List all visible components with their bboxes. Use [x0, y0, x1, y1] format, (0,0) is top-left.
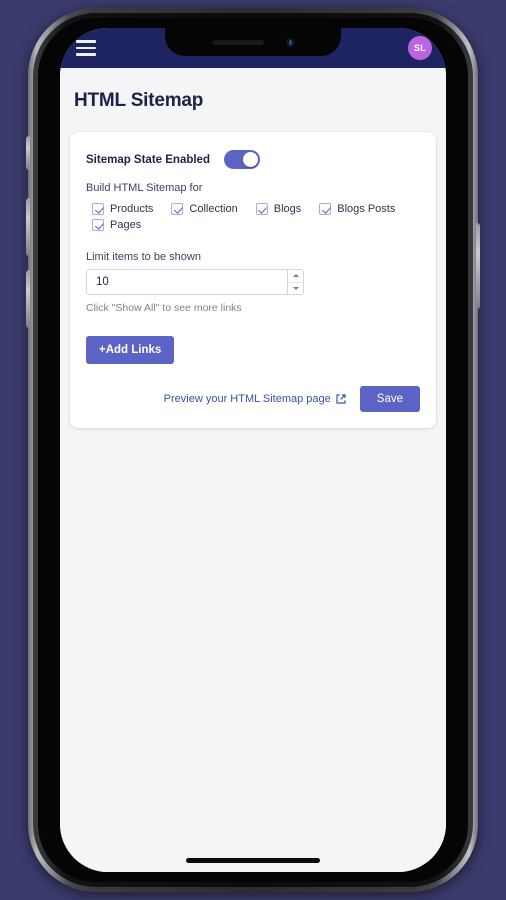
checkbox-label: Products: [110, 203, 154, 215]
checkbox-label: Pages: [110, 219, 142, 231]
limit-items-label: Limit items to be shown: [86, 251, 201, 263]
sitemap-settings-card: Sitemap State Enabled Build HTML Sitemap…: [70, 132, 436, 428]
toggle-knob: [242, 152, 258, 167]
volume-up-button[interactable]: [26, 198, 30, 256]
preview-link-label: Preview your HTML Sitemap page: [163, 393, 331, 405]
hamburger-menu-icon[interactable]: [74, 38, 98, 58]
card-footer: Preview your HTML Sitemap page Save: [86, 386, 420, 412]
limit-items-hint: Click "Show All" to see more links: [86, 302, 242, 314]
phone-screen: SL HTML Sitemap Sitemap State Enabled Bu…: [60, 28, 446, 872]
checkmark-icon: [92, 203, 104, 215]
spinner-increment-button[interactable]: [288, 270, 303, 283]
front-camera-icon: [285, 37, 295, 47]
checkbox-collection[interactable]: Collection: [171, 203, 238, 215]
earpiece-speaker-icon: [211, 39, 264, 45]
sitemap-state-row: Sitemap State Enabled: [86, 150, 420, 169]
power-button[interactable]: [476, 223, 480, 309]
preview-sitemap-link[interactable]: Preview your HTML Sitemap page: [164, 393, 346, 405]
external-link-icon: [336, 394, 346, 404]
phone-mockup: SL HTML Sitemap Sitemap State Enabled Bu…: [26, 8, 480, 892]
limit-items-input[interactable]: [87, 270, 287, 294]
checkmark-icon: [255, 203, 268, 215]
checkmark-icon: [171, 203, 184, 215]
mute-switch-button[interactable]: [26, 136, 30, 170]
home-indicator[interactable]: [186, 858, 320, 863]
build-sitemap-label: Build HTML Sitemap for: [86, 182, 203, 194]
checkmark-icon: [92, 219, 104, 231]
page-content-scroll[interactable]: HTML Sitemap Sitemap State Enabled Build…: [60, 68, 446, 872]
limit-items-spinner[interactable]: [287, 270, 303, 294]
spinner-decrement-button[interactable]: [288, 282, 303, 294]
checkbox-pages[interactable]: Pages: [92, 219, 141, 231]
page-title: HTML Sitemap: [74, 90, 204, 111]
checkbox-blogs-posts[interactable]: Blogs Posts: [319, 203, 395, 215]
build-sitemap-options: Products Collection Blogs Blogs Posts Pa…: [86, 203, 420, 231]
checkbox-blogs[interactable]: Blogs: [255, 203, 302, 215]
checkbox-label: Blogs: [273, 203, 302, 215]
sitemap-state-toggle[interactable]: [223, 150, 260, 169]
limit-items-field[interactable]: [86, 269, 304, 295]
chevron-up-icon: [292, 274, 299, 278]
checkbox-products[interactable]: Products: [92, 203, 153, 215]
chevron-down-icon: [292, 286, 299, 290]
add-links-button[interactable]: +Add Links: [86, 336, 175, 364]
checkbox-label: Collection: [189, 203, 238, 215]
save-button[interactable]: Save: [359, 386, 420, 412]
checkmark-icon: [319, 203, 332, 215]
volume-down-button[interactable]: [26, 270, 30, 328]
avatar[interactable]: SL: [408, 36, 432, 60]
phone-notch: [165, 28, 341, 56]
sitemap-state-label: Sitemap State Enabled: [86, 153, 210, 166]
checkbox-label: Blogs Posts: [337, 203, 396, 215]
